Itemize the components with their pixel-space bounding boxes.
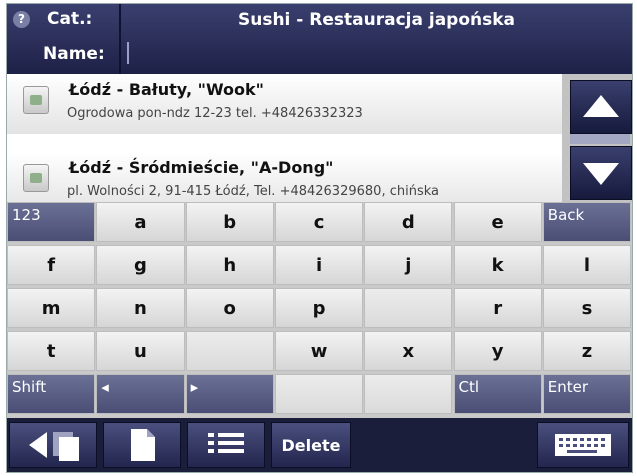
name-label: Name: xyxy=(43,44,105,64)
key-d[interactable]: d xyxy=(364,202,453,242)
enter-key[interactable]: Enter xyxy=(542,374,632,414)
key-y[interactable]: y xyxy=(453,331,542,371)
key-e[interactable]: e xyxy=(453,202,542,242)
result-detail: Ogrodowa pon-ndz 12-23 tel. +48426332323 xyxy=(67,106,363,121)
keyboard-toggle-button[interactable] xyxy=(537,422,629,468)
key-l[interactable]: l xyxy=(542,245,632,285)
delete-button[interactable]: Delete xyxy=(271,422,351,468)
scroll-thumb[interactable] xyxy=(570,134,630,144)
results-list: Łódź - Bałuty, "Wook" Ogrodowa pon-ndz 1… xyxy=(7,74,562,212)
restaurant-icon xyxy=(23,164,49,192)
key-j[interactable]: j xyxy=(364,245,453,285)
key-k[interactable]: k xyxy=(453,245,542,285)
key-u[interactable]: u xyxy=(96,331,185,371)
key-t[interactable]: t xyxy=(7,331,96,371)
name-input[interactable] xyxy=(125,38,559,70)
list-icon xyxy=(208,433,244,453)
key-g[interactable]: g xyxy=(96,245,185,285)
scroll-down-button[interactable] xyxy=(570,146,632,200)
bottom-toolbar: Delete xyxy=(7,418,632,472)
list-item[interactable]: Łódź - Bałuty, "Wook" Ogrodowa pon-ndz 1… xyxy=(7,74,562,134)
category-label: Cat.: xyxy=(47,9,93,29)
key-a[interactable]: a xyxy=(96,202,185,242)
back-arrow-icon xyxy=(29,432,79,461)
result-detail: pl. Wolności 2, 91-415 Łódź, Tel. +48426… xyxy=(67,184,439,199)
cursor-right-key[interactable]: ▸ xyxy=(185,374,274,414)
arrow-up-icon xyxy=(583,95,619,117)
key-f[interactable]: f xyxy=(7,245,96,285)
key-c[interactable]: c xyxy=(274,202,364,242)
key-o[interactable]: o xyxy=(185,288,274,328)
back-button[interactable] xyxy=(9,422,97,468)
scroll-up-button[interactable] xyxy=(570,80,632,134)
space-key[interactable] xyxy=(274,374,364,414)
ctrl-key[interactable]: Ctl xyxy=(453,374,542,414)
list-view-button[interactable] xyxy=(187,422,265,468)
category-title[interactable]: Sushi - Restauracja japońska xyxy=(121,10,632,30)
key-w[interactable]: w xyxy=(274,331,364,371)
key-x[interactable]: x xyxy=(364,331,453,371)
onscreen-keyboard: 123abcdeBack fghijkl mnopqrs tuvwxyz Shift◂▸… xyxy=(7,202,632,418)
search-header: ? Cat.: Name: Sushi - Restauracja japońs… xyxy=(7,4,632,74)
key-q[interactable]: q xyxy=(364,288,453,328)
document-button[interactable] xyxy=(103,422,181,468)
key-v[interactable]: v xyxy=(185,331,274,371)
key-i[interactable]: i xyxy=(274,245,364,285)
results-scrollbar[interactable] xyxy=(562,74,632,202)
document-icon xyxy=(131,429,155,461)
key-p[interactable]: p xyxy=(274,288,364,328)
restaurant-icon xyxy=(23,86,49,114)
text-caret xyxy=(127,42,129,64)
key-n[interactable]: n xyxy=(96,288,185,328)
key-r[interactable]: r xyxy=(453,288,542,328)
shift-key[interactable]: Shift xyxy=(7,374,96,414)
app-window: ? Cat.: Name: Sushi - Restauracja japońs… xyxy=(6,3,633,473)
key-b[interactable]: b xyxy=(185,202,274,242)
key-s[interactable]: s xyxy=(542,288,632,328)
arrow-down-icon xyxy=(583,163,619,185)
help-icon[interactable]: ? xyxy=(13,11,30,28)
result-title: Łódź - Śródmieście, "A-Dong" xyxy=(69,158,334,177)
key-z[interactable]: z xyxy=(542,331,632,371)
key-h[interactable]: h xyxy=(185,245,274,285)
key-m[interactable]: m xyxy=(7,288,96,328)
keyboard-icon xyxy=(555,434,611,456)
numeric-mode-key[interactable]: 123 xyxy=(7,202,96,242)
cursor-left-key[interactable]: ◂ xyxy=(96,374,185,414)
backspace-key[interactable]: Back xyxy=(542,202,632,242)
period-key[interactable]: . xyxy=(364,374,453,414)
result-title: Łódź - Bałuty, "Wook" xyxy=(69,80,264,99)
